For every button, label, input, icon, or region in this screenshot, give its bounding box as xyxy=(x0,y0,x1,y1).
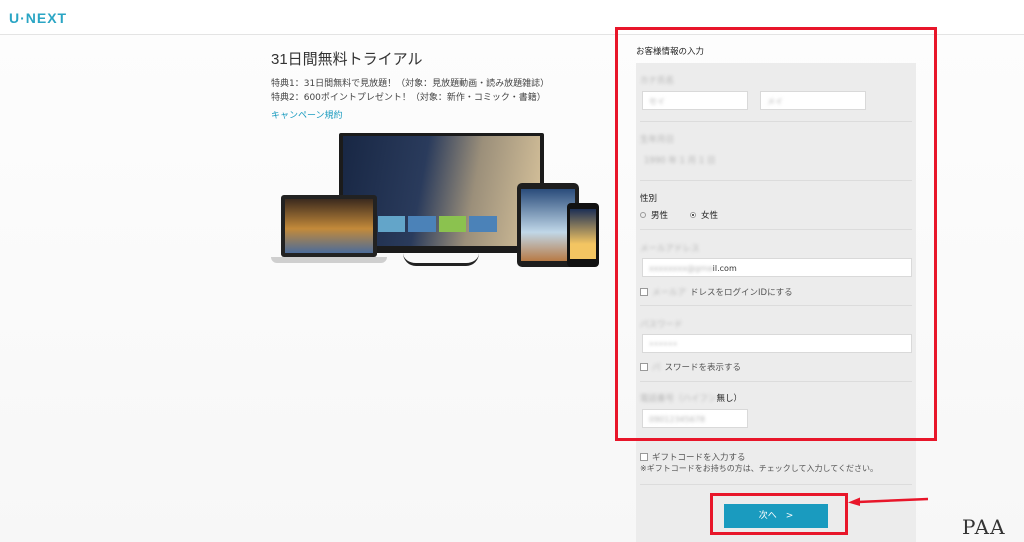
gift-code-label: ギフトコードを入力する xyxy=(652,453,746,463)
gift-code-checkbox[interactable]: ギフトコードを入力する xyxy=(640,451,746,463)
arrow-left-icon xyxy=(848,497,928,506)
unext-logo[interactable]: U·NEXT xyxy=(9,10,67,26)
campaign-terms-link[interactable]: キャンペーン規約 xyxy=(271,108,591,121)
campaign-info: 31日間無料トライアル 特典1：31日間無料で見放題！（対象：見放題動画・読み放… xyxy=(271,48,591,121)
laptop-base xyxy=(271,257,387,263)
phone-screen xyxy=(570,209,596,259)
perk-2: 特典2：600ポイントプレゼント！（対象：新作・コミック・書籍） xyxy=(271,93,546,103)
laptop-image xyxy=(281,195,377,257)
campaign-title: 31日間無料トライアル xyxy=(271,51,423,68)
devices-illustration xyxy=(271,133,601,273)
checkbox-icon xyxy=(640,453,648,461)
laptop-screen xyxy=(285,199,373,253)
divider xyxy=(640,484,912,485)
form-highlight-box xyxy=(615,27,937,441)
phone-image xyxy=(567,203,599,267)
tv-stand xyxy=(403,253,479,266)
watermark: PAA xyxy=(962,515,1006,539)
gift-code-note: ※ギフトコードをお持ちの方は、チェックして入力してください。 xyxy=(640,464,878,473)
perk-1: 特典1：31日間無料で見放題！（対象：見放題動画・読み放題雑誌） xyxy=(271,79,550,89)
next-button[interactable]: 次へ > xyxy=(724,504,828,528)
